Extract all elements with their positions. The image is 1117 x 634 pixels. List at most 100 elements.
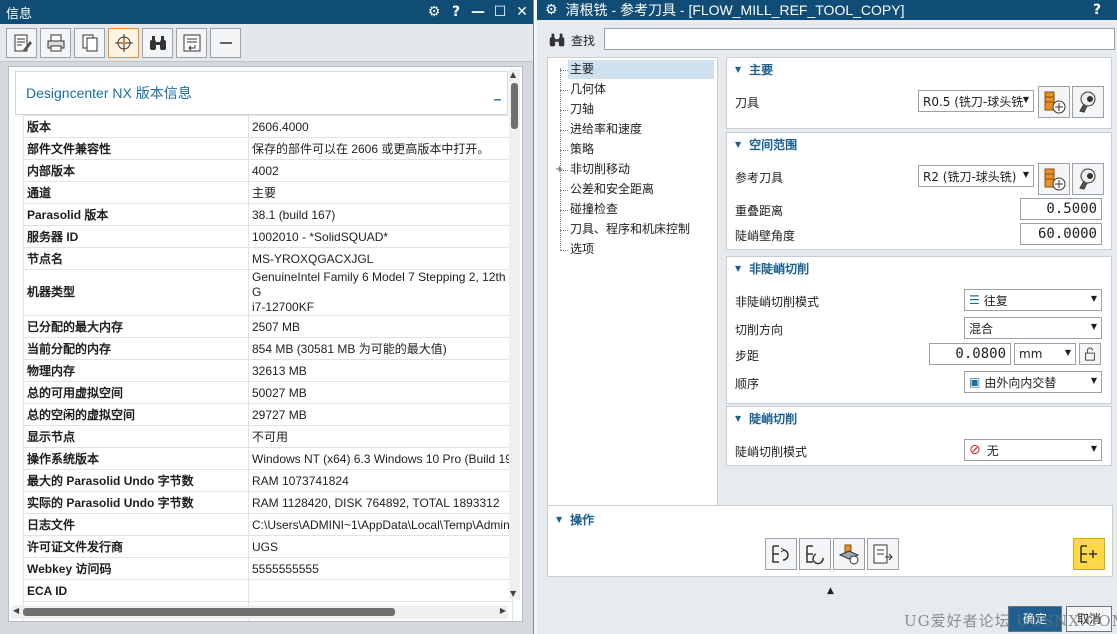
nonsteep-header[interactable]: ▼ 非陡峭切削 bbox=[727, 257, 1111, 279]
close-button[interactable]: ✕ bbox=[511, 4, 533, 20]
tree-item[interactable]: 非切削移动 bbox=[570, 160, 630, 179]
info-heading-box: Designcenter NX 版本信息 _ bbox=[15, 71, 508, 115]
clear-button[interactable] bbox=[210, 27, 241, 58]
tool-select-value: R0.5 (铣刀-球头铣 bbox=[923, 94, 1024, 109]
help-icon[interactable]: ? bbox=[445, 4, 467, 20]
info-value: 854 MB (30581 MB 为可能的最大值) bbox=[248, 337, 513, 360]
help-icon[interactable]: ? bbox=[1093, 2, 1117, 18]
info-table-row: Webkey 访问码 5555555555 bbox=[23, 557, 513, 580]
scroll-left-icon[interactable]: ◀ bbox=[13, 606, 19, 615]
minimize-button[interactable]: — bbox=[467, 4, 489, 20]
list-output-button[interactable] bbox=[867, 538, 899, 570]
tree-item[interactable]: 刀具、程序和机床控制 bbox=[570, 220, 690, 239]
info-key: 最大的 Parasolid Undo 字节数 bbox=[23, 469, 249, 492]
steep-title: 陡峭切削 bbox=[749, 411, 798, 426]
info-key: 已分配的最大内存 bbox=[23, 315, 249, 338]
info-value: C:\Users\ADMINI~1\AppData\Local\Temp\Adm… bbox=[248, 513, 513, 536]
verify-button[interactable] bbox=[833, 538, 865, 570]
tree-item[interactable]: 选项 bbox=[570, 240, 594, 259]
vertical-scrollbar[interactable]: ▲ ▼ bbox=[509, 69, 520, 599]
info-value: 主要 bbox=[248, 181, 513, 204]
steep-header[interactable]: ▼ 陡峭切削 bbox=[727, 407, 1111, 429]
vertical-scroll-thumb[interactable] bbox=[511, 83, 518, 129]
crosshair-icon bbox=[114, 33, 133, 52]
collapse-icon[interactable]: _ bbox=[494, 86, 501, 100]
info-heading: Designcenter NX 版本信息 bbox=[26, 85, 192, 101]
ok-button[interactable]: 确定 bbox=[1008, 606, 1062, 632]
tree-item[interactable]: 策略 bbox=[570, 140, 594, 159]
new-ref-tool-button[interactable] bbox=[1038, 163, 1070, 195]
tree-connector bbox=[560, 90, 568, 91]
info-table-row: 内部版本 4002 bbox=[23, 159, 513, 182]
replay-button[interactable] bbox=[765, 538, 797, 570]
info-table-row: 通道 主要 bbox=[23, 181, 513, 204]
gear-icon[interactable]: ⚙ bbox=[545, 2, 558, 18]
tree-connector bbox=[560, 110, 568, 111]
operations-header[interactable]: ▼ 操作 bbox=[548, 506, 1112, 532]
space-range-header[interactable]: ▼ 空间范围 bbox=[727, 133, 1111, 155]
main-section-header[interactable]: ▼ 主要 bbox=[727, 58, 1111, 80]
overlap-input[interactable]: 0.5000 bbox=[1020, 198, 1102, 220]
steep-angle-input[interactable]: 60.0000 bbox=[1020, 223, 1102, 245]
tree-item[interactable]: 公差和安全距离 bbox=[570, 180, 654, 199]
scroll-right-icon[interactable]: ▶ bbox=[500, 606, 506, 615]
maximize-button[interactable]: ☐ bbox=[489, 4, 511, 20]
expand-icon[interactable]: + bbox=[555, 165, 563, 175]
dialog-titlebar: ⚙ 清根铣 - 参考刀具 - [FLOW_MILL_REF_TOOL_COPY]… bbox=[537, 0, 1117, 20]
info-value: 保存的部件可以在 2606 或更高版本中打开。 bbox=[248, 137, 513, 160]
find-button[interactable] bbox=[142, 27, 173, 58]
export-text-button[interactable] bbox=[176, 27, 207, 58]
collapse-arrow-icon[interactable]: ▲ bbox=[827, 586, 834, 596]
cancel-button[interactable]: 取消 bbox=[1066, 606, 1112, 632]
info-key: ECA ID bbox=[23, 579, 249, 602]
horizontal-scrollbar[interactable]: ◀ ▶ bbox=[11, 605, 508, 619]
info-value: Windows NT (x64) 6.3 Windows 10 Pro (Bui… bbox=[248, 447, 513, 470]
tree-item[interactable]: 几何体 bbox=[570, 80, 606, 99]
generate-button[interactable] bbox=[1073, 538, 1105, 570]
order-select[interactable]: ▣ 由外向内交替 ▼ bbox=[964, 371, 1102, 393]
info-table-row: 物理内存 32613 MB bbox=[23, 359, 513, 382]
info-table-row: 最大的 Parasolid Undo 字节数 RAM 1073741824 bbox=[23, 469, 513, 492]
info-key: 节点名 bbox=[23, 247, 249, 270]
tree-item[interactable]: 碰撞检查 bbox=[570, 200, 618, 219]
print-button[interactable] bbox=[40, 27, 71, 58]
nonsteep-mode-value: 往复 bbox=[983, 293, 1008, 308]
zigzag-icon: ☰ bbox=[969, 293, 980, 307]
chevron-down-icon: ▼ bbox=[1022, 170, 1029, 179]
chevron-down-icon: ▼ bbox=[1090, 376, 1097, 385]
horizontal-scroll-thumb[interactable] bbox=[23, 608, 395, 616]
stepover-input[interactable]: 0.0800 bbox=[929, 343, 1011, 365]
scroll-down-icon[interactable]: ▼ bbox=[510, 589, 516, 598]
info-key: 显示节点 bbox=[23, 425, 249, 448]
operations-title: 操作 bbox=[570, 512, 595, 527]
caret-down-icon: ▼ bbox=[556, 514, 563, 524]
nonsteep-mode-select[interactable]: ☰ 往复 ▼ bbox=[964, 289, 1102, 311]
chevron-down-icon: ▼ bbox=[1064, 348, 1071, 357]
ref-tool-select[interactable]: R2 (铣刀-球头铣) ▼ bbox=[918, 165, 1034, 187]
edit-tool-button[interactable] bbox=[1072, 86, 1104, 118]
cut-direction-select[interactable]: 混合 ▼ bbox=[964, 317, 1102, 339]
tree-connector bbox=[560, 190, 568, 191]
binoculars-icon bbox=[149, 35, 166, 50]
scroll-up-icon[interactable]: ▲ bbox=[510, 70, 516, 79]
tree-item[interactable]: 进给率和速度 bbox=[570, 120, 642, 139]
settings-icon[interactable]: ⚙ bbox=[423, 4, 445, 20]
lock-button[interactable] bbox=[1079, 343, 1101, 365]
tool-select[interactable]: R0.5 (铣刀-球头铣 ▼ bbox=[918, 90, 1034, 112]
info-key: 许可证文件发行商 bbox=[23, 535, 249, 558]
tree-connector bbox=[560, 150, 568, 151]
new-tool-button[interactable] bbox=[1038, 86, 1070, 118]
info-key: 实际的 Parasolid Undo 字节数 bbox=[23, 491, 249, 514]
info-table-row: 部件文件兼容性 保存的部件可以在 2606 或更高版本中打开。 bbox=[23, 137, 513, 160]
search-input[interactable] bbox=[604, 28, 1115, 50]
confirm-path-button[interactable] bbox=[799, 538, 831, 570]
edit-ref-tool-button[interactable] bbox=[1072, 163, 1104, 195]
point-select-button[interactable] bbox=[108, 27, 139, 58]
tree-item[interactable]: 刀轴 bbox=[570, 100, 594, 119]
tree-item[interactable]: 主要 bbox=[568, 60, 714, 79]
copy-button[interactable] bbox=[74, 27, 105, 58]
main-section: ▼ 主要 刀具 R0.5 (铣刀-球头铣 ▼ bbox=[726, 57, 1112, 129]
steep-mode-select[interactable]: ⊘ 无 ▼ bbox=[964, 439, 1102, 461]
save-as-button[interactable] bbox=[6, 27, 37, 58]
stepover-unit-select[interactable]: mm ▼ bbox=[1014, 343, 1076, 365]
